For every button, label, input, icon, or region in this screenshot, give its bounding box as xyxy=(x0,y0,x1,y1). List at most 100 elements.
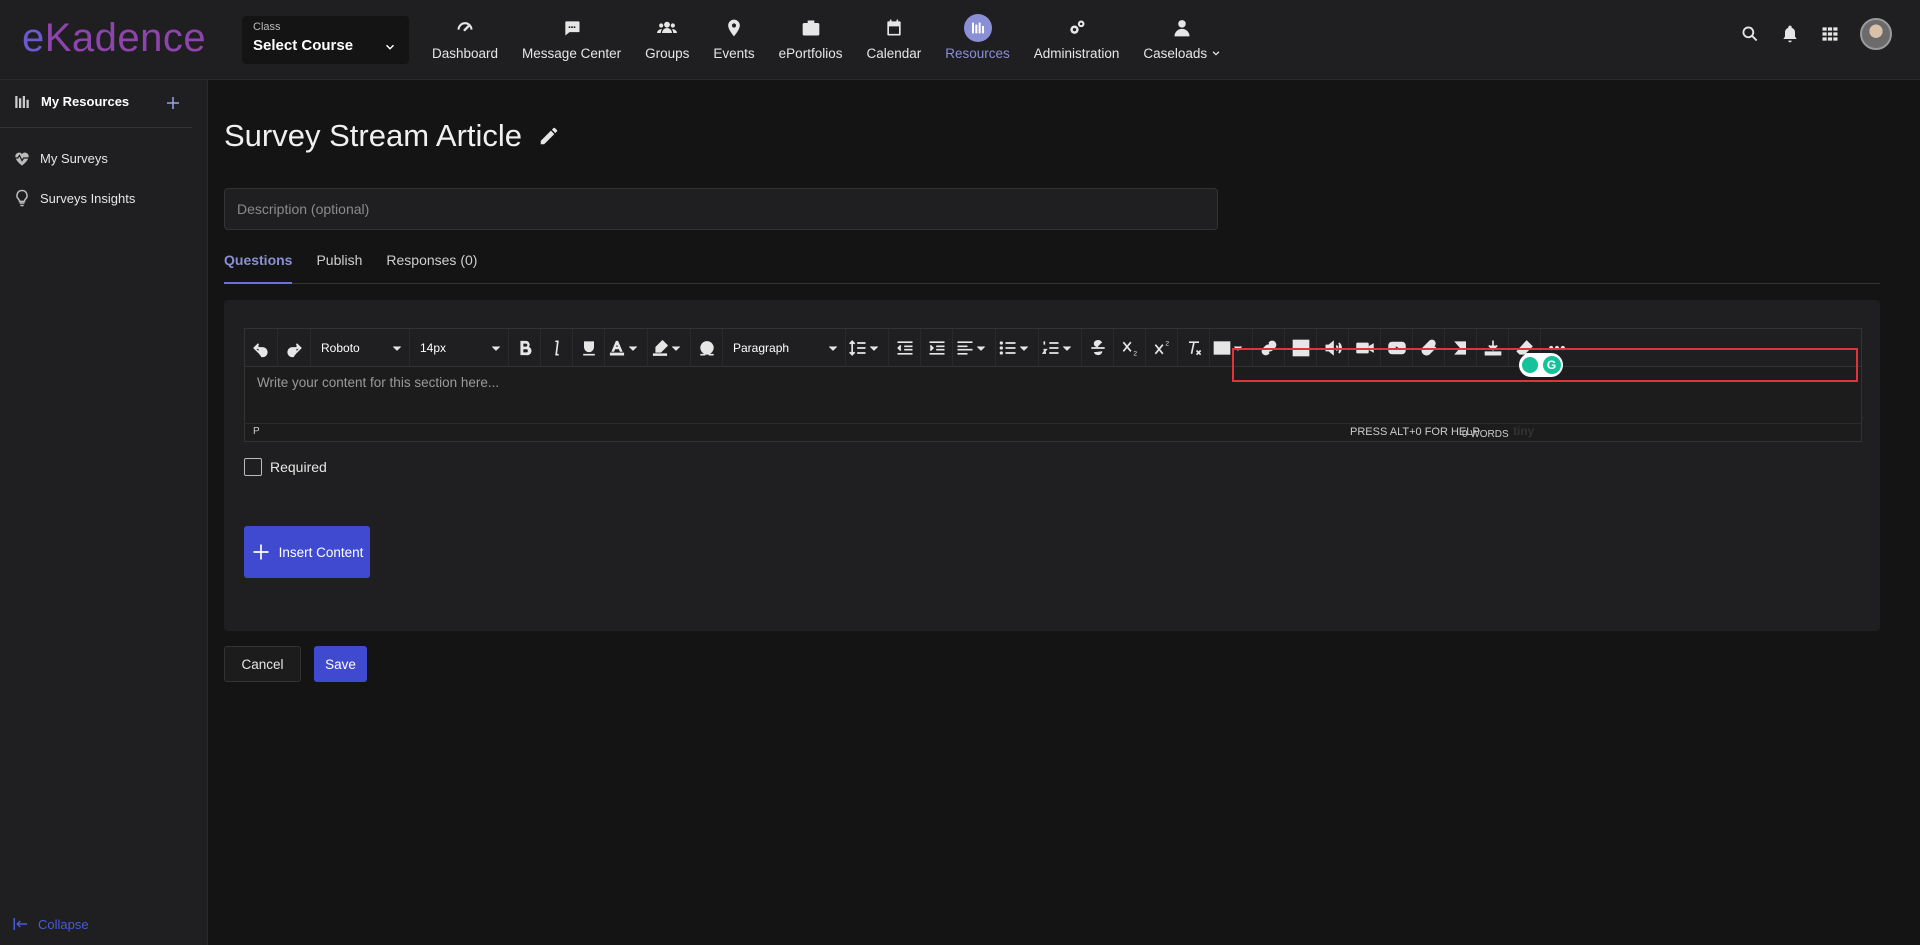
grammarly-bulb-icon xyxy=(1521,357,1538,373)
strikethrough-button[interactable] xyxy=(1082,328,1114,367)
nav-administration[interactable]: Administration xyxy=(1022,0,1132,80)
search-icon[interactable] xyxy=(1740,24,1760,44)
link-button[interactable] xyxy=(1253,328,1285,367)
word-count[interactable]: 0 WORDS xyxy=(1462,429,1509,440)
chevron-down-icon xyxy=(629,345,637,351)
map-pin-icon xyxy=(728,19,740,37)
required-checkbox[interactable]: Required xyxy=(244,458,327,476)
font-size-select[interactable]: 14px xyxy=(410,328,509,367)
italic-button[interactable] xyxy=(541,328,573,367)
font-family-select[interactable]: Roboto xyxy=(311,328,410,367)
line-height-button[interactable] xyxy=(846,328,889,367)
speaker-icon xyxy=(1325,339,1342,356)
question-panel: Roboto 14px Paragraph 2 2 Write your con… xyxy=(224,300,1880,631)
paperclip-icon xyxy=(1421,339,1436,355)
block-format-select[interactable]: Paragraph xyxy=(723,328,846,367)
user-avatar[interactable] xyxy=(1860,18,1892,50)
chevron-down-icon xyxy=(870,345,878,351)
clear-format-icon xyxy=(1188,340,1201,355)
chevron-down-icon xyxy=(393,345,401,351)
pencil-icon[interactable] xyxy=(538,125,560,147)
grammarly-widget[interactable]: G xyxy=(1519,353,1563,377)
add-resource-icon[interactable] xyxy=(164,94,182,112)
nav-dashboard[interactable]: Dashboard xyxy=(420,0,510,80)
nav-resources-label: Resources xyxy=(945,46,1010,61)
editor-content-area[interactable]: Write your content for this section here… xyxy=(257,375,499,390)
table-icon xyxy=(1213,340,1231,355)
chevron-down-icon xyxy=(492,345,500,351)
nav-administration-label: Administration xyxy=(1033,46,1120,61)
sidebar-item-surveys-insights[interactable]: Surveys Insights xyxy=(12,188,135,208)
bold-button[interactable] xyxy=(509,328,541,367)
help-hint: PRESS ALT+0 FOR HELP xyxy=(1350,426,1480,438)
class-select-label: Class xyxy=(253,21,281,33)
redo-button[interactable] xyxy=(278,328,311,367)
text-color-button[interactable] xyxy=(605,328,648,367)
highlight-color-button[interactable] xyxy=(648,328,691,367)
class-select[interactable]: Class Select Course xyxy=(242,16,409,64)
bullet-list-button[interactable] xyxy=(996,328,1039,367)
tab-responses[interactable]: Responses (0) xyxy=(386,250,477,284)
superscript-button[interactable]: 2 xyxy=(1146,328,1178,367)
bold-icon xyxy=(519,340,531,355)
download-button[interactable] xyxy=(1477,328,1509,367)
tab-bar: Questions Publish Responses (0) xyxy=(224,250,1880,284)
library-icon xyxy=(971,22,984,34)
special-character-button[interactable] xyxy=(691,328,723,367)
insert-content-button[interactable]: Insert Content xyxy=(244,526,370,578)
subscript-button[interactable]: 2 xyxy=(1114,328,1146,367)
nav-caseloads[interactable]: Caseloads xyxy=(1131,0,1233,80)
undo-button[interactable] xyxy=(245,328,278,367)
outdent-button[interactable] xyxy=(889,328,921,367)
bell-icon[interactable] xyxy=(1780,24,1800,44)
youtube-button[interactable] xyxy=(1381,328,1413,367)
ekadence-logo[interactable]: eKadence xyxy=(22,16,206,61)
align-left-icon xyxy=(957,340,973,355)
audio-button[interactable] xyxy=(1317,328,1349,367)
attachment-button[interactable] xyxy=(1413,328,1445,367)
person-icon xyxy=(1174,20,1190,37)
nav-events[interactable]: Events xyxy=(701,0,766,80)
description-input[interactable] xyxy=(224,188,1218,230)
strikethrough-icon xyxy=(1090,339,1105,355)
underline-icon xyxy=(582,340,595,355)
apps-grid-icon[interactable] xyxy=(1820,24,1840,44)
indent-button[interactable] xyxy=(921,328,953,367)
nav-message-center[interactable]: Message Center xyxy=(510,0,633,80)
page-title: Survey Stream Article xyxy=(224,118,523,153)
underline-button[interactable] xyxy=(573,328,605,367)
chevron-down-icon xyxy=(829,345,837,351)
block-format-value: Paragraph xyxy=(733,340,790,355)
image-button[interactable] xyxy=(1285,328,1317,367)
clear-formatting-button[interactable] xyxy=(1178,328,1210,367)
nav-calendar[interactable]: Calendar xyxy=(854,0,933,80)
video-button[interactable] xyxy=(1349,328,1381,367)
tiny-logo[interactable]: tiny xyxy=(1513,424,1534,438)
required-label: Required xyxy=(270,459,327,475)
editor-toolbar: Roboto 14px Paragraph 2 2 xyxy=(245,328,1861,367)
chevron-down-icon xyxy=(385,44,395,50)
numbered-list-icon xyxy=(1041,340,1059,354)
nav-groups[interactable]: Groups xyxy=(633,0,701,80)
equation-button[interactable] xyxy=(1445,328,1477,367)
chevron-down-icon xyxy=(1063,345,1071,351)
nav-resources[interactable]: Resources xyxy=(933,0,1022,80)
align-button[interactable] xyxy=(953,328,996,367)
plus-icon xyxy=(253,544,269,560)
class-select-value: Select Course xyxy=(253,37,354,54)
cancel-button[interactable]: Cancel xyxy=(224,646,301,682)
element-path[interactable]: P xyxy=(253,426,260,437)
checkbox-box[interactable] xyxy=(244,458,262,476)
tab-questions[interactable]: Questions xyxy=(224,250,293,284)
numbered-list-button[interactable] xyxy=(1039,328,1082,367)
save-button[interactable]: Save xyxy=(314,646,367,682)
tab-publish[interactable]: Publish xyxy=(316,250,362,284)
sidebar-item-my-surveys[interactable]: My Surveys xyxy=(12,148,108,168)
scrollbar[interactable] xyxy=(1904,80,1916,945)
chevron-down-icon xyxy=(672,345,680,351)
nav-eportfolios[interactable]: ePortfolios xyxy=(767,0,855,80)
nav-groups-label: Groups xyxy=(645,46,690,61)
sidebar-collapse[interactable]: Collapse xyxy=(12,915,89,933)
svg-text:2: 2 xyxy=(1165,340,1169,347)
table-button[interactable] xyxy=(1210,328,1253,367)
